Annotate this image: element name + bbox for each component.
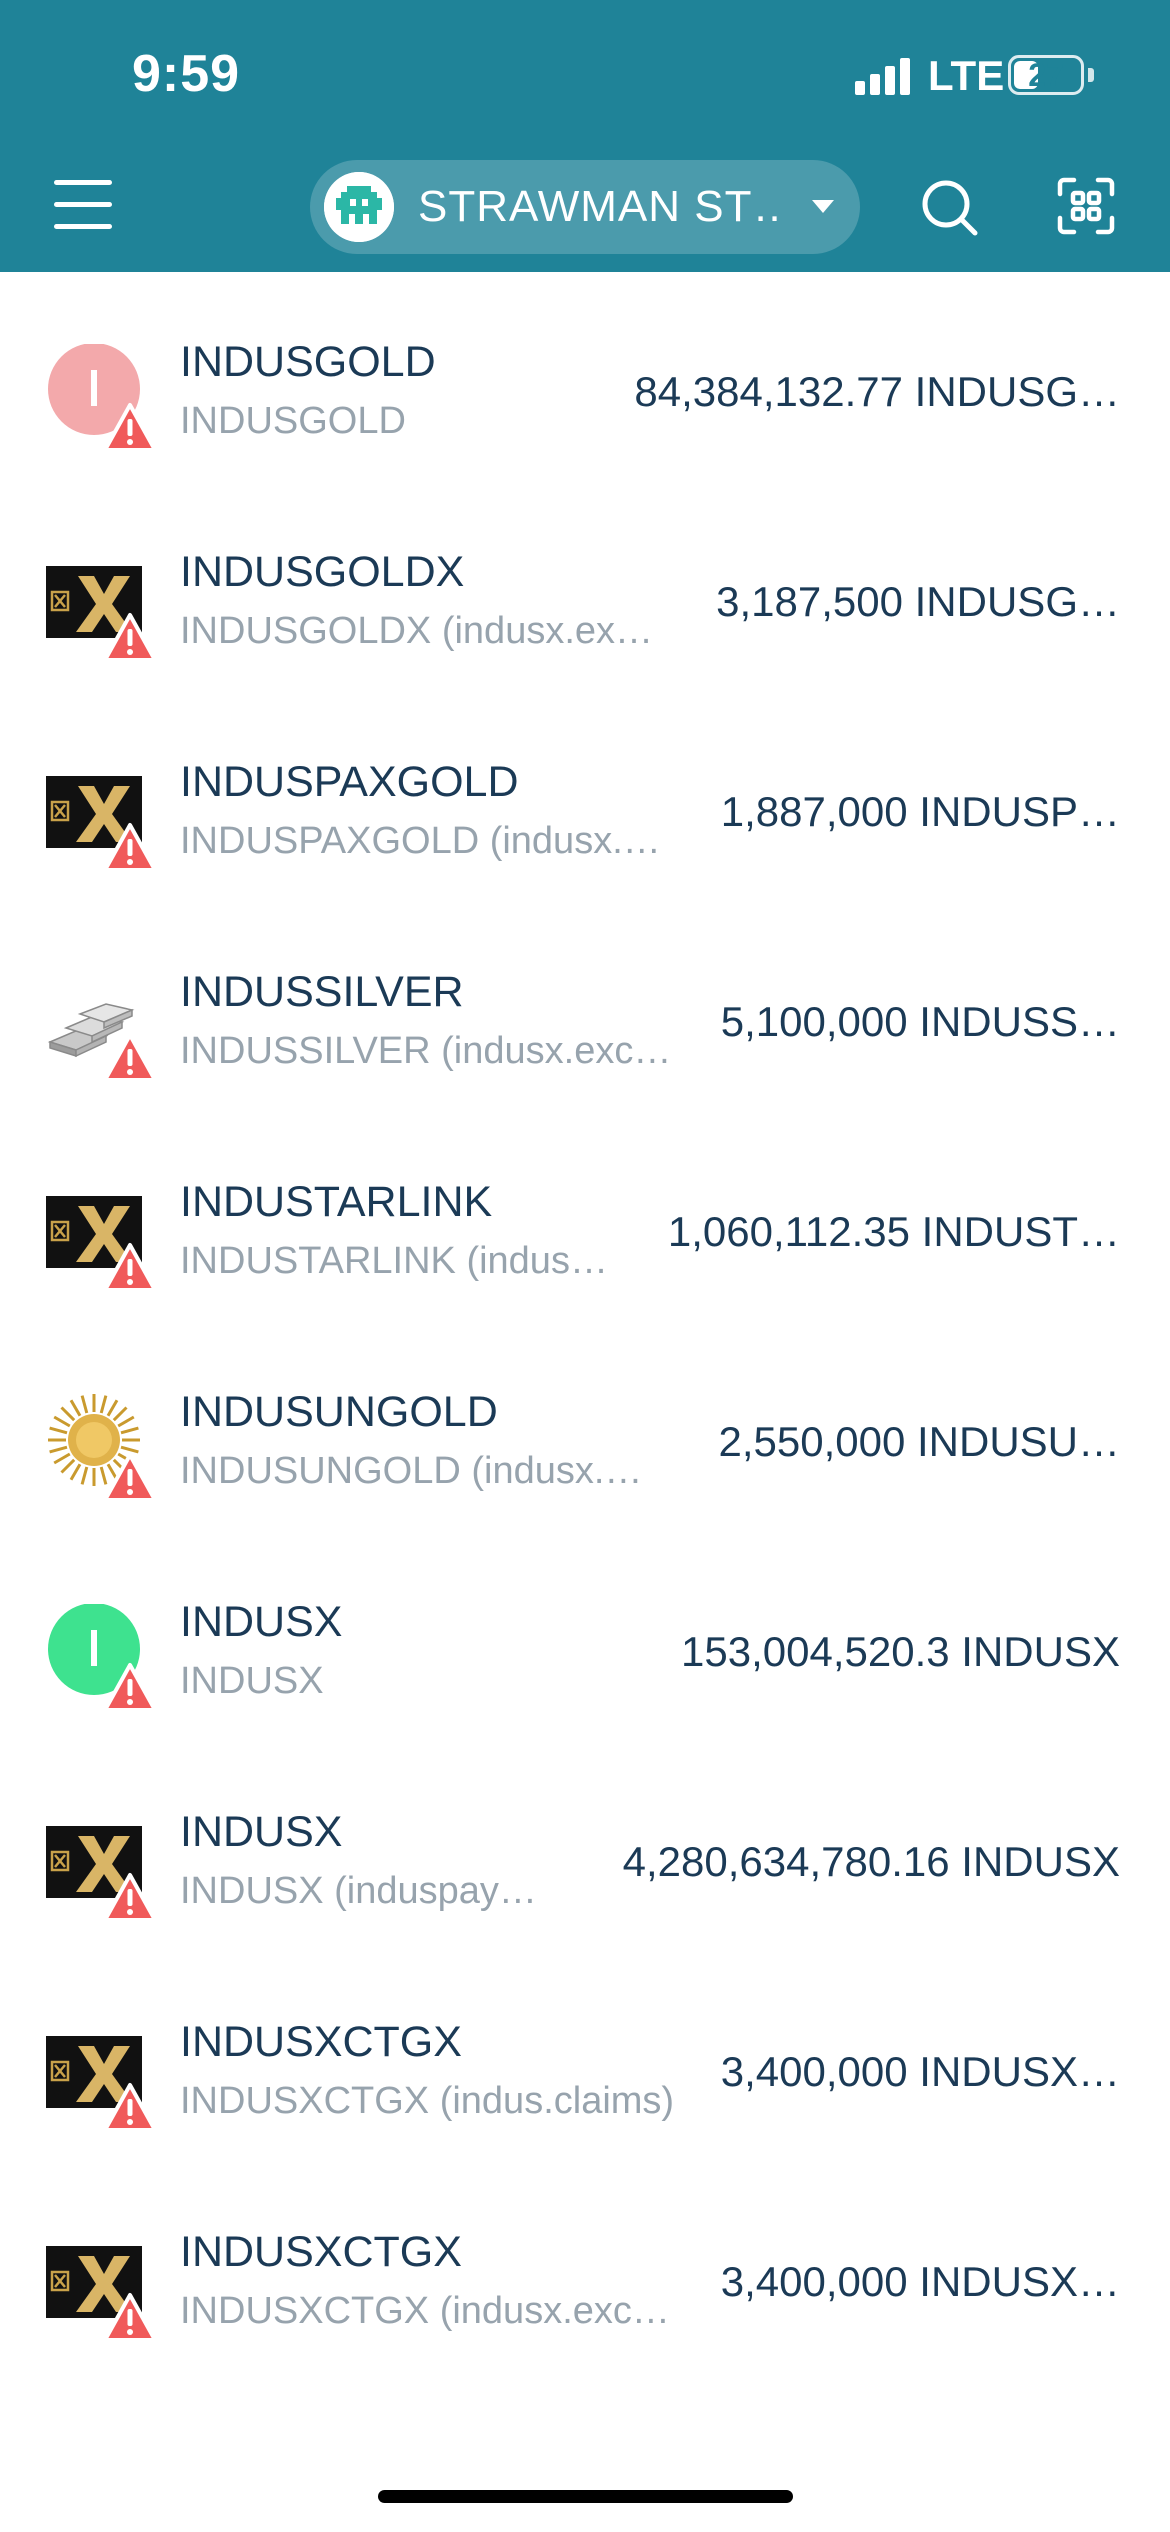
token-subtitle: INDUSX (induspay… [180, 1870, 537, 1912]
token-subtitle: INDUSXCTGX (indusx.exc… [180, 2290, 670, 2332]
token-subtitle: INDUSSILVER (indusx.exc… [180, 1030, 672, 1072]
token-row[interactable]: INDUSSILVER INDUSSILVER (indusx.exc… 5,100… [0, 902, 1170, 1112]
token-subtitle: INDUSTARLINK (indus… [180, 1240, 608, 1282]
token-balance: 153,004,520.3 INDUSX [681, 1628, 1120, 1675]
token-balance: 4,280,634,780.16 INDUSX [622, 1838, 1120, 1885]
account-name: STRAWMAN ST… [418, 182, 778, 231]
token-icon [46, 1184, 157, 1294]
token-subtitle: INDUSXCTGX (indus.claims) [180, 2080, 675, 2122]
token-icon [46, 344, 157, 454]
token-name: INDUSGOLDX [180, 548, 465, 596]
menu-icon[interactable] [54, 180, 112, 230]
account-selector[interactable]: STRAWMAN ST… [310, 160, 860, 254]
token-icon [46, 2234, 157, 2344]
token-name: INDUSTARLINK [180, 1178, 493, 1226]
token-name: INDUSX [180, 1808, 343, 1856]
token-row[interactable]: INDUSGOLD INDUSGOLD 84,384,132.77 INDUSG… [0, 272, 1170, 482]
status-time: 9:59 [132, 45, 241, 103]
search-icon[interactable] [918, 176, 980, 238]
token-subtitle: INDUSPAXGOLD (indusx.… [180, 820, 661, 862]
token-balance: 3,400,000 INDUSX… [720, 2048, 1120, 2095]
token-row[interactable]: INDUSXCTGX INDUSXCTGX (indusx.exc… 3,400,0… [0, 2162, 1170, 2372]
token-subtitle: INDUSGOLD [180, 400, 406, 442]
token-balance: 1,060,112.35 INDUST… [667, 1208, 1120, 1255]
token-icon [46, 2024, 157, 2134]
token-row[interactable]: INDUSUNGOLD INDUSUNGOLD (indusx.… 2,550,00… [0, 1322, 1170, 1532]
token-balance: 3,187,500 INDUSG… [716, 578, 1120, 625]
token-row[interactable]: INDUSX INDUSX (induspay… 4,280,634,780.16 … [0, 1742, 1170, 1952]
home-indicator [378, 2490, 793, 2503]
token-icon [46, 764, 157, 874]
token-name: INDUSSILVER [180, 968, 464, 1016]
token-balance: 84,384,132.77 INDUSG… [634, 368, 1120, 415]
token-row[interactable]: INDUSXCTGX INDUSXCTGX (indus.claims) 3,400… [0, 1952, 1170, 2162]
chevron-down-icon [812, 200, 834, 213]
battery-icon: 27 [1008, 55, 1084, 95]
token-name: INDUSX [180, 1598, 343, 1646]
token-row[interactable]: INDUSPAXGOLD INDUSPAXGOLD (indusx.… 1,887,… [0, 692, 1170, 902]
token-icon [46, 974, 157, 1084]
token-subtitle: INDUSGOLDX (indusx.ex… [180, 610, 654, 652]
status-indicators: LTE 27 [770, 0, 1170, 120]
token-row[interactable]: INDUSX INDUSX 153,004,520.3 INDUSX [0, 1532, 1170, 1742]
token-row[interactable]: INDUSTARLINK INDUSTARLINK (indus… 1,060,11… [0, 1112, 1170, 1322]
token-name: INDUSXCTGX [180, 2018, 462, 2066]
token-subtitle: INDUSUNGOLD (indusx.… [180, 1450, 643, 1492]
token-name: INDUSUNGOLD [180, 1388, 498, 1436]
token-name: INDUSXCTGX [180, 2228, 462, 2276]
token-balance: 5,100,000 INDUSS… [720, 998, 1120, 1045]
cellular-signal-icon [855, 55, 913, 95]
token-balance: 3,400,000 INDUSX… [720, 2258, 1120, 2305]
token-subtitle: INDUSX [180, 1660, 324, 1702]
account-avatar [324, 172, 394, 242]
token-name: INDUSGOLD [180, 338, 436, 386]
token-balance: 2,550,000 INDUSU… [718, 1418, 1120, 1465]
token-icon [46, 554, 157, 664]
battery-level: 27 [1028, 57, 1064, 93]
app-header: 9:59 LTE 27 STRAWMAN ST… [0, 0, 1170, 272]
token-name: INDUSPAXGOLD [180, 758, 519, 806]
network-type: LTE [928, 52, 1005, 99]
token-icon [46, 1814, 157, 1924]
battery-cap [1088, 68, 1094, 82]
token-icon [46, 1394, 157, 1504]
token-balance: 1,887,000 INDUSP… [720, 788, 1120, 835]
token-row[interactable]: INDUSGOLDX INDUSGOLDX (indusx.ex… 3,187,50… [0, 482, 1170, 692]
token-icon [46, 1604, 157, 1714]
qr-scan-icon[interactable] [1056, 176, 1116, 236]
